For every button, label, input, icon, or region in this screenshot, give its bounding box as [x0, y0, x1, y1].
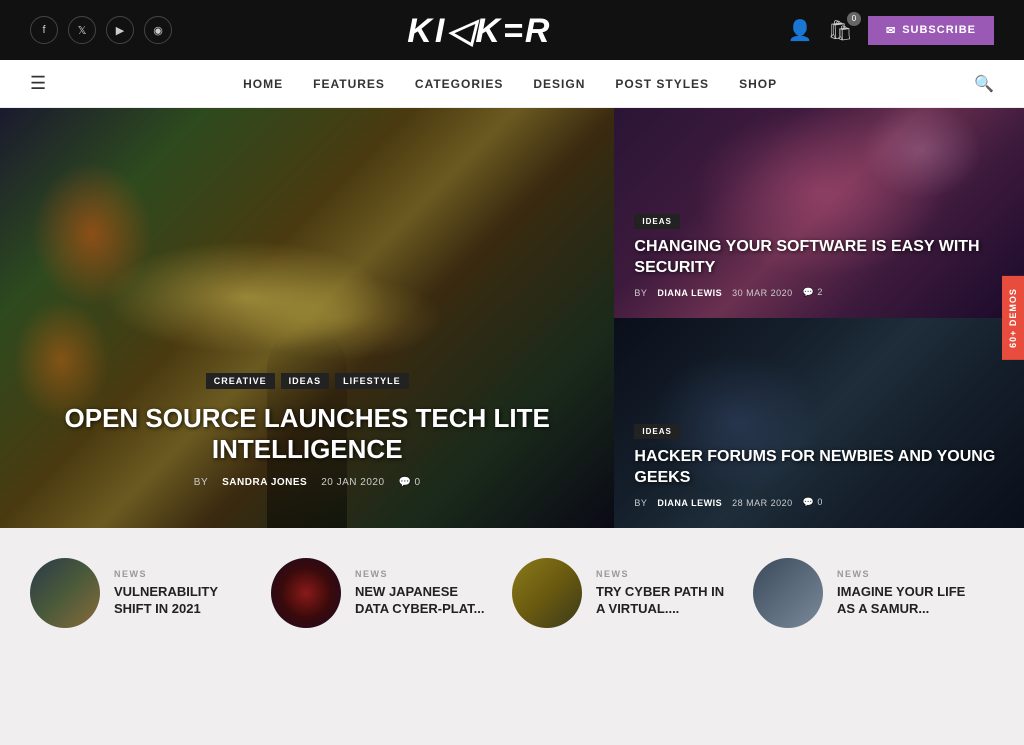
hero-title: OPEN SOURCE LAUNCHES TECH LITE INTELLIGE… [30, 403, 584, 465]
card1-content: IDEAS CHANGING YOUR SOFTWARE IS EASY WIT… [614, 211, 1024, 298]
article-title-1: NEW JAPANESE DATA CYBER-PLAT... [355, 584, 492, 618]
article-category-2: NEWS [596, 569, 733, 579]
hero-meta: BY SANDRA JONES 20 JAN 2020 💬 0 [30, 477, 584, 488]
article-category-0: NEWS [114, 569, 251, 579]
cart-badge: 0 [847, 12, 861, 26]
article-item-0[interactable]: NEWS VULNERABILITY SHIFT IN 2021 [30, 558, 271, 628]
comment-bubble-icon: 💬 [399, 477, 412, 488]
article-thumb-1 [271, 558, 341, 628]
nav-bar: ☰ HOME FEATURES CATEGORIES DESIGN POST S… [0, 60, 1024, 108]
article-thumb-0 [30, 558, 100, 628]
nav-home[interactable]: HOME [243, 77, 283, 91]
card1-tag: IDEAS [634, 214, 679, 229]
card1-comments: 💬 2 [803, 287, 823, 298]
nav-categories[interactable]: CATEGORIES [415, 77, 503, 91]
card1-meta: BY DIANA LEWIS 30 MAR 2020 💬 2 [634, 287, 1004, 298]
social-icons: f 𝕏 ▶ ◉ [30, 16, 172, 44]
article-item-3[interactable]: NEWS IMAGINE YOUR LIFE AS A SAMUR... [753, 558, 994, 628]
tag-creative[interactable]: CREATIVE [206, 373, 275, 389]
demos-tab[interactable]: 60+ Demos [1002, 276, 1024, 360]
nav-design[interactable]: DESIGN [533, 77, 585, 91]
search-icon[interactable]: 🔍 [974, 74, 994, 94]
hero-date: 20 JAN 2020 [321, 477, 384, 488]
hero-by: BY [194, 477, 208, 488]
nav-links: HOME FEATURES CATEGORIES DESIGN POST STY… [243, 77, 777, 91]
article-title-3: IMAGINE YOUR LIFE AS A SAMUR... [837, 584, 974, 618]
article-item-1[interactable]: NEWS NEW JAPANESE DATA CYBER-PLAT... [271, 558, 512, 628]
user-icon[interactable]: 👤 [788, 18, 813, 43]
card2-meta: BY DIANA LEWIS 28 MAR 2020 💬 0 [634, 497, 1004, 508]
card2-comments: 💬 0 [803, 497, 823, 508]
article-title-0: VULNERABILITY SHIFT IN 2021 [114, 584, 251, 618]
card1-title: CHANGING YOUR SOFTWARE IS EASY WITH SECU… [634, 237, 1004, 279]
facebook-icon[interactable]: f [30, 16, 58, 44]
top-bar: f 𝕏 ▶ ◉ KI◁K=R 👤 🛍 0 ✉ SUBSCRIBE [0, 0, 1024, 60]
hero-tags: CREATIVE IDEAS LIFESTYLE [30, 373, 584, 389]
article-info-0: NEWS VULNERABILITY SHIFT IN 2021 [114, 569, 251, 618]
card2-tag: IDEAS [634, 424, 679, 439]
article-info-1: NEWS NEW JAPANESE DATA CYBER-PLAT... [355, 569, 492, 618]
site-logo[interactable]: KI◁K=R [407, 9, 552, 51]
article-category-3: NEWS [837, 569, 974, 579]
subscribe-icon: ✉ [886, 24, 896, 37]
hero-right: IDEAS CHANGING YOUR SOFTWARE IS EASY WIT… [614, 108, 1024, 528]
card2-title: HACKER FORUMS FOR NEWBIES AND YOUNG GEEK… [634, 447, 1004, 489]
twitter-icon[interactable]: 𝕏 [68, 16, 96, 44]
article-title-2: TRY CYBER PATH IN A VIRTUAL.... [596, 584, 733, 618]
articles-section: NEWS VULNERABILITY SHIFT IN 2021 NEWS NE… [0, 528, 1024, 648]
hamburger-icon[interactable]: ☰ [30, 73, 46, 94]
article-item-2[interactable]: NEWS TRY CYBER PATH IN A VIRTUAL.... [512, 558, 753, 628]
nav-shop[interactable]: SHOP [739, 77, 777, 91]
article-thumb-2 [512, 558, 582, 628]
article-category-1: NEWS [355, 569, 492, 579]
article-thumb-3 [753, 558, 823, 628]
hero-card-bottom[interactable]: IDEAS HACKER FORUMS FOR NEWBIES AND YOUN… [614, 318, 1024, 528]
instagram-icon[interactable]: ◉ [144, 16, 172, 44]
nav-post-styles[interactable]: POST STYLES [615, 77, 709, 91]
hero-section: CREATIVE IDEAS LIFESTYLE OPEN SOURCE LAU… [0, 108, 1024, 528]
cart-icon[interactable]: 🛍 0 [828, 18, 853, 43]
article-info-2: NEWS TRY CYBER PATH IN A VIRTUAL.... [596, 569, 733, 618]
youtube-icon[interactable]: ▶ [106, 16, 134, 44]
card2-content: IDEAS HACKER FORUMS FOR NEWBIES AND YOUN… [614, 421, 1024, 508]
article-info-3: NEWS IMAGINE YOUR LIFE AS A SAMUR... [837, 569, 974, 618]
hero-main[interactable]: CREATIVE IDEAS LIFESTYLE OPEN SOURCE LAU… [0, 108, 614, 528]
nav-features[interactable]: FEATURES [313, 77, 385, 91]
subscribe-button[interactable]: ✉ SUBSCRIBE [868, 16, 994, 45]
hero-content: CREATIVE IDEAS LIFESTYLE OPEN SOURCE LAU… [0, 373, 614, 488]
hero-comments: 💬 0 [399, 477, 421, 488]
hero-card-top[interactable]: IDEAS CHANGING YOUR SOFTWARE IS EASY WIT… [614, 108, 1024, 318]
tag-lifestyle[interactable]: LIFESTYLE [335, 373, 409, 389]
tag-ideas[interactable]: IDEAS [281, 373, 330, 389]
top-right-actions: 👤 🛍 0 ✉ SUBSCRIBE [788, 16, 994, 45]
hero-author: SANDRA JONES [222, 477, 307, 488]
